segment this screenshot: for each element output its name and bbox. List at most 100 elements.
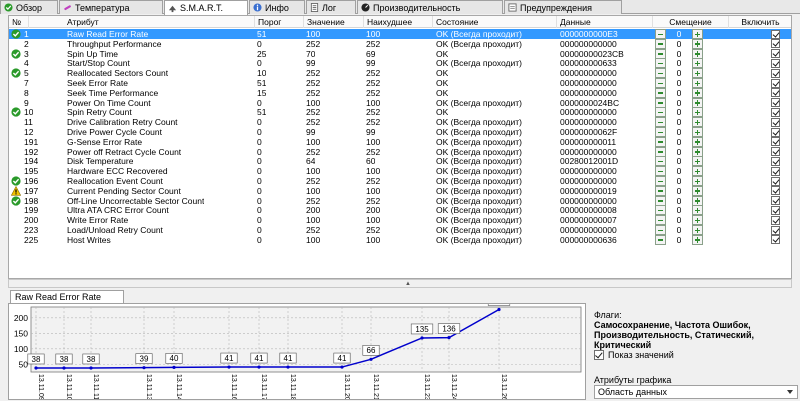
table-row[interactable]: 194 Disk Temperature 0 64 60 OK (Всегда прохо… bbox=[9, 156, 791, 167]
minus-icon[interactable] bbox=[655, 225, 666, 235]
offset-stepper[interactable]: 0 bbox=[655, 205, 703, 216]
plus-icon[interactable] bbox=[692, 146, 703, 157]
enable-checkbox[interactable] bbox=[771, 127, 780, 137]
plus-icon[interactable] bbox=[692, 117, 703, 128]
table-row[interactable]: 200 Write Error Rate 0 100 100 OK (Всегда про… bbox=[9, 215, 791, 226]
table-row[interactable]: 223 Load/Unload Retry Count 0 252 252 OK (Все… bbox=[9, 225, 791, 235]
offset-stepper[interactable]: 0 bbox=[655, 29, 703, 39]
minus-icon[interactable] bbox=[655, 29, 666, 39]
chart-tab[interactable]: Raw Read Error Rate bbox=[10, 290, 124, 304]
enable-checkbox[interactable] bbox=[771, 68, 780, 78]
plus-icon[interactable] bbox=[692, 195, 703, 206]
enable-checkbox[interactable] bbox=[771, 58, 780, 68]
plus-icon[interactable] bbox=[692, 48, 703, 59]
plus-icon[interactable] bbox=[692, 107, 703, 118]
column-header-number[interactable]: № bbox=[9, 16, 29, 28]
plus-icon[interactable] bbox=[692, 78, 703, 88]
minus-icon[interactable] bbox=[655, 78, 666, 88]
table-row[interactable]: 12 Drive Power Cycle Count 0 99 99 OK (Всегда… bbox=[9, 127, 791, 137]
plus-icon[interactable] bbox=[692, 205, 703, 216]
checkbox-checked-icon[interactable] bbox=[594, 350, 604, 360]
enable-checkbox[interactable] bbox=[771, 156, 780, 166]
minus-icon[interactable] bbox=[655, 87, 666, 98]
enable-checkbox[interactable] bbox=[771, 49, 780, 59]
plus-icon[interactable] bbox=[692, 166, 703, 177]
data-point[interactable] bbox=[89, 366, 93, 370]
data-point[interactable] bbox=[227, 365, 231, 369]
minus-icon[interactable] bbox=[655, 234, 666, 245]
show-values-checkbox[interactable]: Показ значений bbox=[594, 350, 674, 360]
column-header-attribute[interactable]: Атрибут bbox=[64, 16, 255, 28]
table-row[interactable]: 198 Off-Line Uncorrectable Sector Count 0 2… bbox=[9, 195, 791, 206]
minus-icon[interactable] bbox=[655, 136, 666, 147]
data-point[interactable] bbox=[420, 336, 424, 340]
data-point[interactable] bbox=[172, 365, 176, 369]
offset-stepper[interactable]: 0 bbox=[655, 68, 703, 79]
enable-checkbox[interactable] bbox=[771, 107, 780, 117]
table-row[interactable]: 199 Ultra ATA CRC Error Count 0 200 200 OK (В… bbox=[9, 205, 791, 216]
data-point[interactable] bbox=[369, 357, 373, 361]
minus-icon[interactable] bbox=[655, 117, 666, 128]
minus-icon[interactable] bbox=[655, 185, 666, 196]
enable-checkbox[interactable] bbox=[771, 176, 780, 186]
plus-icon[interactable] bbox=[692, 234, 703, 245]
table-row[interactable]: 197 Current Pending Sector Count 0 100 100 OK… bbox=[9, 185, 791, 196]
column-header-state[interactable]: Состояние bbox=[433, 16, 557, 28]
enable-checkbox[interactable] bbox=[771, 196, 780, 206]
offset-stepper[interactable]: 0 bbox=[655, 97, 703, 108]
minus-icon[interactable] bbox=[655, 176, 666, 186]
data-point[interactable] bbox=[447, 336, 451, 340]
minus-icon[interactable] bbox=[655, 166, 666, 177]
data-point[interactable] bbox=[34, 366, 38, 370]
table-row[interactable]: 192 Power off Retract Cycle Count 0 252 252 O… bbox=[9, 146, 791, 157]
enable-checkbox[interactable] bbox=[771, 166, 780, 176]
data-point[interactable] bbox=[142, 366, 146, 370]
enable-checkbox[interactable] bbox=[771, 205, 780, 215]
table-row[interactable]: 191 G-Sense Error Rate 0 100 100 OK (Всегда п… bbox=[9, 136, 791, 147]
tab-log[interactable]: Лог bbox=[306, 0, 356, 14]
minus-icon[interactable] bbox=[655, 195, 666, 206]
enable-checkbox[interactable] bbox=[771, 78, 780, 88]
tab-overview[interactable]: Обзор bbox=[0, 0, 58, 14]
data-point[interactable] bbox=[286, 365, 290, 369]
minus-icon[interactable] bbox=[655, 97, 666, 108]
tab-performance[interactable]: Производительность bbox=[357, 0, 503, 14]
plus-icon[interactable] bbox=[692, 68, 703, 79]
offset-stepper[interactable]: 0 bbox=[655, 146, 703, 157]
minus-icon[interactable] bbox=[655, 68, 666, 79]
column-header-enable[interactable]: Включить bbox=[729, 16, 791, 28]
column-header-worst[interactable]: Наихудшее bbox=[364, 16, 433, 28]
table-row[interactable]: 4 Start/Stop Count 0 99 99 OK (Всегда проходи… bbox=[9, 58, 791, 69]
tab-smart[interactable]: S.M.A.R.T. bbox=[164, 0, 248, 15]
table-row[interactable]: 5 Reallocated Sectors Count 10 252 252 OK 0000… bbox=[9, 68, 791, 79]
offset-stepper[interactable]: 0 bbox=[655, 48, 703, 59]
enable-checkbox[interactable] bbox=[771, 39, 780, 49]
plus-icon[interactable] bbox=[692, 185, 703, 196]
minus-icon[interactable] bbox=[655, 58, 666, 69]
enable-checkbox[interactable] bbox=[771, 29, 780, 39]
table-row[interactable]: 196 Reallocation Event Count 0 252 252 OK (Вс… bbox=[9, 176, 791, 186]
column-header-threshold[interactable]: Порог bbox=[255, 16, 304, 28]
table-row[interactable]: 2 Throughput Performance 0 252 252 OK (Всегда… bbox=[9, 38, 791, 49]
table-row[interactable]: 7 Seek Error Rate 51 252 252 OK 000000000000 0 bbox=[9, 78, 791, 88]
plus-icon[interactable] bbox=[692, 215, 703, 226]
enable-checkbox[interactable] bbox=[771, 98, 780, 108]
enable-checkbox[interactable] bbox=[771, 235, 780, 245]
tab-warnings[interactable]: Предупреждения bbox=[504, 0, 622, 14]
table-row[interactable]: 9 Power On Time Count 0 100 100 OK (Всегда пр… bbox=[9, 97, 791, 108]
offset-stepper[interactable]: 0 bbox=[655, 58, 703, 69]
plus-icon[interactable] bbox=[692, 127, 703, 137]
data-point[interactable] bbox=[340, 365, 344, 369]
table-row[interactable]: 10 Spin Retry Count 51 252 252 OK 000000000000… bbox=[9, 107, 791, 118]
offset-stepper[interactable]: 0 bbox=[655, 185, 703, 196]
table-row[interactable]: 225 Host Writes 0 100 100 OK (Всегда проходит… bbox=[9, 234, 791, 245]
offset-stepper[interactable]: 0 bbox=[655, 78, 703, 88]
table-row[interactable]: 195 Hardware ECC Recovered 0 100 100 OK (Всег… bbox=[9, 166, 791, 177]
graph-attributes-select[interactable]: Область данных bbox=[594, 385, 798, 399]
column-header-data[interactable]: Данные bbox=[557, 16, 653, 28]
data-point[interactable] bbox=[497, 307, 501, 312]
data-point[interactable] bbox=[257, 365, 261, 369]
enable-checkbox[interactable] bbox=[771, 147, 780, 157]
offset-stepper[interactable]: 0 bbox=[655, 195, 703, 206]
plus-icon[interactable] bbox=[692, 29, 703, 39]
